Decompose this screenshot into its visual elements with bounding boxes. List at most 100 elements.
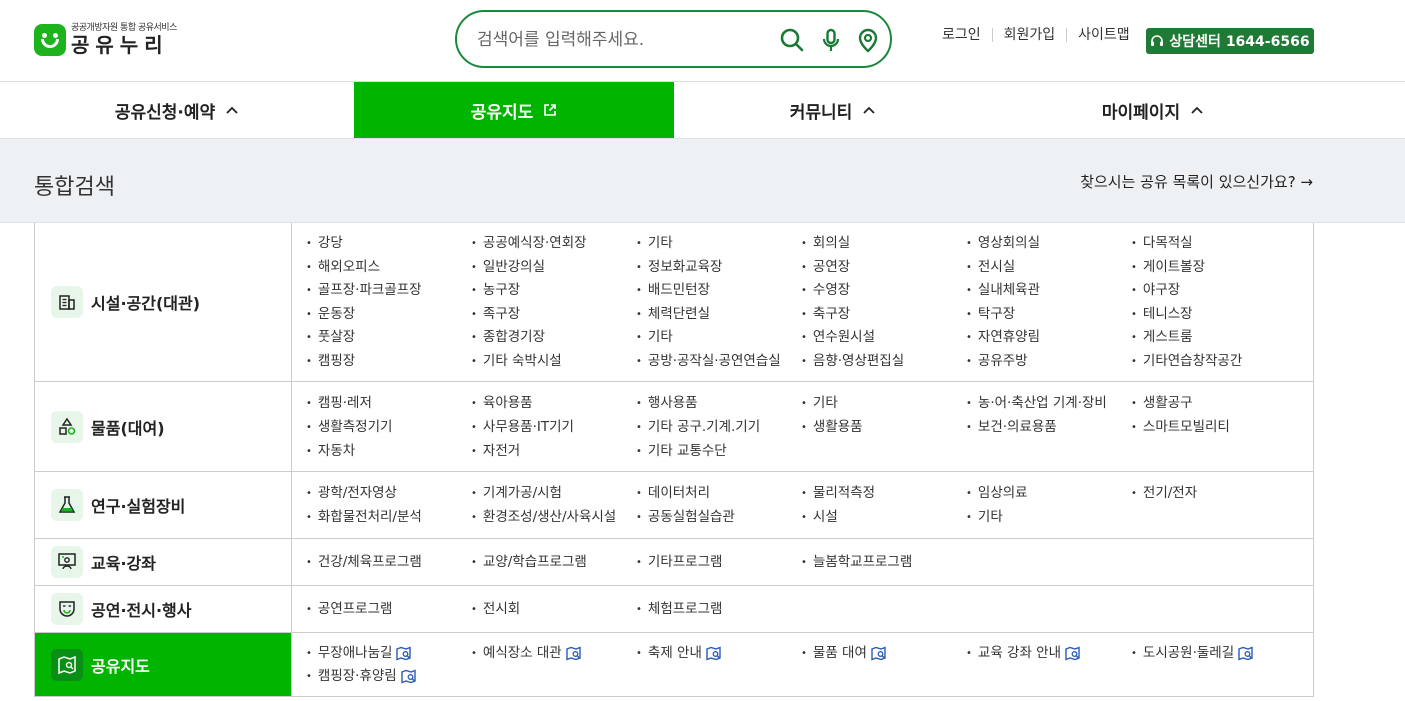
category-item-link[interactable]: 기타 — [966, 506, 1131, 531]
category-item-link[interactable]: 무장애나눔길 — [306, 642, 471, 665]
map-search-icon[interactable] — [871, 645, 887, 662]
map-search-icon[interactable] — [1065, 645, 1081, 662]
category-item-link[interactable]: 환경조성/생산/사육시설 — [471, 506, 636, 531]
category-2[interactable]: 연구·실험장비 — [35, 472, 292, 538]
category-item-link[interactable]: 기타프로그램 — [636, 548, 801, 577]
category-item-link[interactable]: 일반강의실 — [471, 256, 636, 280]
category-item-link[interactable]: 강당 — [306, 232, 471, 256]
category-item-link[interactable]: 시설 — [801, 506, 966, 531]
category-item-link[interactable]: 배드민턴장 — [636, 279, 801, 303]
category-item-link[interactable]: 전기/전자 — [1131, 481, 1296, 506]
category-item-link[interactable]: 실내체육관 — [966, 279, 1131, 303]
callcenter-button[interactable]: 상담센터 1644-6566 — [1146, 28, 1314, 54]
category-4[interactable]: 공연·전시·행사 — [35, 586, 292, 632]
category-item-link[interactable]: 게이트볼장 — [1131, 256, 1296, 280]
category-item-link[interactable]: 기계가공/시험 — [471, 481, 636, 506]
category-item-link[interactable]: 다목적실 — [1131, 232, 1296, 256]
category-item-link[interactable]: 행사용품 — [636, 391, 801, 415]
search-input[interactable] — [477, 26, 777, 54]
category-item-link[interactable]: 생활측정기기 — [306, 415, 471, 439]
category-item-link[interactable]: 회의실 — [801, 232, 966, 256]
category-item-link[interactable]: 사무용품·IT기기 — [471, 415, 636, 439]
category-item-link[interactable]: 테니스장 — [1131, 303, 1296, 327]
category-item-link[interactable]: 생활용품 — [801, 415, 966, 439]
map-search-icon[interactable] — [1238, 645, 1254, 662]
category-item-link[interactable]: 물품 대여 — [801, 642, 966, 665]
category-item-link[interactable]: 생활공구 — [1131, 391, 1296, 415]
category-item-link[interactable]: 캠핑장·휴양림 — [306, 665, 471, 688]
map-search-icon[interactable] — [401, 668, 417, 685]
find-list-link[interactable]: 찾으시는 공유 목록이 있으신가요? → — [1080, 171, 1313, 192]
category-item-link[interactable]: 기타 숙박시설 — [471, 350, 636, 374]
category-item-link[interactable]: 교양/학습프로그램 — [471, 548, 636, 577]
category-item-link[interactable]: 데이터처리 — [636, 481, 801, 506]
category-item-link[interactable]: 화합물전처리/분석 — [306, 506, 471, 531]
category-5[interactable]: 공유지도 — [35, 633, 292, 696]
category-item-link[interactable]: 건강/체육프로그램 — [306, 548, 471, 577]
category-item-link[interactable]: 족구장 — [471, 303, 636, 327]
category-item-link[interactable]: 골프장·파크골프장 — [306, 279, 471, 303]
category-item-link[interactable]: 기타 공구.기계.기기 — [636, 415, 801, 439]
category-item-link[interactable]: 자전거 — [471, 439, 636, 463]
category-item-link[interactable]: 해외오피스 — [306, 256, 471, 280]
category-item-link[interactable]: 종합경기장 — [471, 326, 636, 350]
category-item-link[interactable]: 기타 — [636, 232, 801, 256]
map-search-icon[interactable] — [396, 645, 412, 662]
logo[interactable]: 공공개방자원 통합 공유서비스 공유누리 — [34, 22, 177, 58]
category-item-link[interactable]: 공방·공작실·공연연습실 — [636, 350, 801, 374]
category-item-link[interactable]: 광학/전자영상 — [306, 481, 471, 506]
map-search-icon[interactable] — [706, 645, 722, 662]
category-item-link[interactable]: 농·어·축산업 기계·장비 — [966, 391, 1131, 415]
category-item-link[interactable]: 전시실 — [966, 256, 1131, 280]
nav-community[interactable]: 커뮤니티 — [674, 82, 992, 138]
category-item-link[interactable]: 영상회의실 — [966, 232, 1131, 256]
category-item-link[interactable]: 육아용품 — [471, 391, 636, 415]
category-0[interactable]: 시설·공간(대관) — [35, 223, 292, 381]
category-item-link[interactable]: 캠핑장 — [306, 350, 471, 374]
category-item-link[interactable]: 임상의료 — [966, 481, 1131, 506]
category-item-link[interactable]: 수영장 — [801, 279, 966, 303]
microphone-icon[interactable] — [818, 27, 844, 53]
category-item-link[interactable]: 캠핑·레저 — [306, 391, 471, 415]
map-search-icon[interactable] — [566, 645, 582, 662]
category-item-link[interactable]: 공연장 — [801, 256, 966, 280]
category-item-link[interactable]: 풋살장 — [306, 326, 471, 350]
category-item-link[interactable]: 농구장 — [471, 279, 636, 303]
category-item-link[interactable]: 보건·의료용품 — [966, 415, 1131, 439]
category-item-link[interactable]: 공연프로그램 — [306, 595, 471, 624]
category-item-link[interactable]: 교육 강좌 안내 — [966, 642, 1131, 665]
category-1[interactable]: 물품(대여) — [35, 382, 292, 471]
category-item-link[interactable]: 축구장 — [801, 303, 966, 327]
category-item-link[interactable]: 예식장소 대관 — [471, 642, 636, 665]
nav-share-map[interactable]: 공유지도 — [354, 82, 674, 138]
category-item-link[interactable]: 물리적측정 — [801, 481, 966, 506]
category-item-link[interactable]: 늘봄학교프로그램 — [801, 548, 966, 577]
category-item-link[interactable]: 기타 교통수단 — [636, 439, 801, 463]
nav-share-apply[interactable]: 공유신청·예약 — [0, 82, 354, 138]
category-item-link[interactable]: 공동실험실습관 — [636, 506, 801, 531]
category-item-link[interactable]: 자연휴양림 — [966, 326, 1131, 350]
category-item-link[interactable]: 전시회 — [471, 595, 636, 624]
category-item-link[interactable]: 공유주방 — [966, 350, 1131, 374]
category-item-link[interactable]: 체력단련실 — [636, 303, 801, 327]
nav-mypage[interactable]: 마이페이지 — [992, 82, 1314, 138]
category-item-link[interactable]: 운동장 — [306, 303, 471, 327]
category-item-link[interactable]: 체험프로그램 — [636, 595, 801, 624]
signup-link[interactable]: 회원가입 — [991, 28, 1067, 42]
login-link[interactable]: 로그인 — [942, 28, 992, 42]
category-item-link[interactable]: 공공예식장·연회장 — [471, 232, 636, 256]
category-item-link[interactable]: 탁구장 — [966, 303, 1131, 327]
category-item-link[interactable]: 기타 — [801, 391, 966, 415]
category-item-link[interactable]: 자동차 — [306, 439, 471, 463]
category-item-link[interactable]: 스마트모빌리티 — [1131, 415, 1296, 439]
category-item-link[interactable]: 게스트룸 — [1131, 326, 1296, 350]
category-item-link[interactable]: 음향·영상편집실 — [801, 350, 966, 374]
category-item-link[interactable]: 연수원시설 — [801, 326, 966, 350]
category-item-link[interactable]: 축제 안내 — [636, 642, 801, 665]
sitemap-link[interactable]: 사이트맵 — [1066, 28, 1141, 42]
category-item-link[interactable]: 야구장 — [1131, 279, 1296, 303]
category-item-link[interactable]: 도시공원·둘레길 — [1131, 642, 1296, 665]
search-icon[interactable] — [779, 27, 805, 53]
category-3[interactable]: 교육·강좌 — [35, 539, 292, 585]
location-pin-icon[interactable] — [855, 27, 881, 53]
